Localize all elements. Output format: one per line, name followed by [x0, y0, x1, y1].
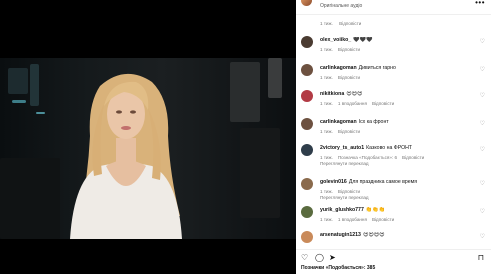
- heart-icon[interactable]: ♡: [480, 233, 485, 240]
- comment-username[interactable]: carlinkagoman: [320, 65, 357, 71]
- comment-username[interactable]: carlinkagoman: [320, 119, 357, 125]
- comment-meta: 1 тиж. Позначка «Подобається»: 6 Відповіст…: [320, 155, 425, 160]
- caption-time: 1 тиж.: [320, 21, 333, 26]
- reply-button[interactable]: Відповісти: [338, 189, 360, 194]
- heart-icon[interactable]: ♡: [480, 180, 485, 187]
- stage-light: [268, 58, 282, 98]
- commenter-avatar[interactable]: [301, 144, 313, 156]
- comment-item: 2victory_ts_auto1 Казково на ФРОНТ 1 тиж.…: [296, 144, 491, 174]
- comment-username[interactable]: 2victory_ts_auto1: [320, 145, 364, 151]
- comment-meta: 1 тиж. 1 вподобання Відповісти: [320, 217, 395, 222]
- reply-button[interactable]: Відповісти: [372, 217, 394, 222]
- comment-meta: 1 тиж. Відповісти: [320, 129, 361, 134]
- caption-reply-button[interactable]: Відповісти: [339, 21, 361, 26]
- caption-meta: 1 тиж. Відповісти: [320, 21, 366, 26]
- stage-light: [30, 64, 39, 106]
- audio-label[interactable]: Оригінальне аудіо: [320, 3, 362, 9]
- comment-text: 2victory_ts_auto1 Казково на ФРОНТ: [320, 145, 413, 151]
- likes-count[interactable]: 1 вподобання: [338, 101, 367, 106]
- commenter-avatar[interactable]: [301, 118, 313, 130]
- comment-text: nikitkiona 😍😍😍: [320, 91, 363, 97]
- singer-figure: [70, 73, 182, 239]
- comment-username[interactable]: yurik_glushko777: [320, 207, 364, 213]
- comment-username[interactable]: golevin016: [320, 179, 347, 185]
- commenter-avatar[interactable]: [301, 36, 313, 48]
- comment-username[interactable]: arsenatugin1213: [320, 232, 361, 238]
- comment-item: arsenatugin1213 😍😍😍😍 ♡: [296, 231, 491, 247]
- comment-text: olex_voiiko_ 🖤🖤🖤: [320, 37, 373, 43]
- reply-button[interactable]: Відповісти: [338, 129, 360, 134]
- post-header: Оригінальне аудіо •••: [296, 0, 491, 15]
- share-icon[interactable]: ➤: [329, 253, 336, 262]
- comment-text: carlinkagoman Дивиться гарно: [320, 65, 396, 71]
- comments-panel: Оригінальне аудіо ••• 1 тиж. Відповісти …: [296, 0, 491, 274]
- stage-light: [230, 62, 260, 122]
- likes-count[interactable]: Позначка «Подобається»: 6: [338, 155, 397, 160]
- comment-item: carlinkagoman Дивиться гарно 1 тиж. Відпов…: [296, 64, 491, 88]
- video-player[interactable]: [0, 58, 296, 239]
- comment-icon[interactable]: ◯: [315, 253, 324, 262]
- stage-light: [8, 68, 28, 94]
- heart-icon[interactable]: ♡: [480, 120, 485, 127]
- heart-icon[interactable]: ♡: [480, 146, 485, 153]
- comment-item: olex_voiiko_ 🖤🖤🖤 1 тиж. Відповісти ♡: [296, 36, 491, 60]
- comment-text: golevin016 Для праздника самое время: [320, 179, 418, 185]
- comment-item: carlinkagoman Ісх ка фронт 1 тиж. Відповіс…: [296, 118, 491, 142]
- comment-username[interactable]: olex_voiiko_: [320, 37, 351, 43]
- translate-link[interactable]: Переглянути переклад: [320, 195, 369, 200]
- stage-light: [12, 100, 26, 103]
- comment-item: golevin016 Для праздника самое время 1 ти…: [296, 178, 491, 206]
- heart-icon[interactable]: ♡: [480, 208, 485, 215]
- author-avatar[interactable]: [301, 0, 312, 6]
- heart-icon[interactable]: ♡: [301, 253, 308, 262]
- translate-link[interactable]: Переглянути переклад: [320, 161, 369, 166]
- likes-summary[interactable]: Позначки «Подобається»: 385: [301, 265, 375, 271]
- commenter-avatar[interactable]: [301, 90, 313, 102]
- comment-item: yurik_glushko777 👏👏👏 1 тиж. 1 вподобання Ві…: [296, 206, 491, 230]
- bookmark-icon[interactable]: ⊓: [478, 253, 484, 262]
- stage-light: [240, 128, 280, 218]
- comment-username[interactable]: nikitkiona: [320, 91, 344, 97]
- comment-item: nikitkiona 😍😍😍 1 тиж. 1 вподобання Відповіс…: [296, 90, 491, 114]
- comment-meta: 1 тиж. Відповісти: [320, 47, 361, 52]
- reply-button[interactable]: Відповісти: [338, 75, 360, 80]
- commenter-avatar[interactable]: [301, 178, 313, 190]
- likes-count[interactable]: 1 вподобання: [338, 217, 367, 222]
- heart-icon[interactable]: ♡: [480, 38, 485, 45]
- comment-text: carlinkagoman Ісх ка фронт: [320, 119, 389, 125]
- post-actions: ♡ ◯ ➤ ⊓: [296, 249, 491, 264]
- comment-text: yurik_glushko777 👏👏👏: [320, 207, 386, 213]
- comment-meta: 1 тиж. Відповісти: [320, 189, 361, 194]
- commenter-avatar[interactable]: [301, 64, 313, 76]
- comment-text: arsenatugin1213 😍😍😍😍: [320, 232, 385, 238]
- reply-button[interactable]: Відповісти: [338, 47, 360, 52]
- reply-button[interactable]: Відповісти: [372, 101, 394, 106]
- commenter-avatar[interactable]: [301, 231, 313, 243]
- more-icon[interactable]: •••: [475, 0, 485, 7]
- comment-meta: 1 тиж. 1 вподобання Відповісти: [320, 101, 395, 106]
- commenter-avatar[interactable]: [301, 206, 313, 218]
- reply-button[interactable]: Відповісти: [402, 155, 424, 160]
- heart-icon[interactable]: ♡: [480, 66, 485, 73]
- comment-meta: 1 тиж. Відповісти: [320, 75, 361, 80]
- video-area[interactable]: [0, 0, 296, 274]
- heart-icon[interactable]: ♡: [480, 92, 485, 99]
